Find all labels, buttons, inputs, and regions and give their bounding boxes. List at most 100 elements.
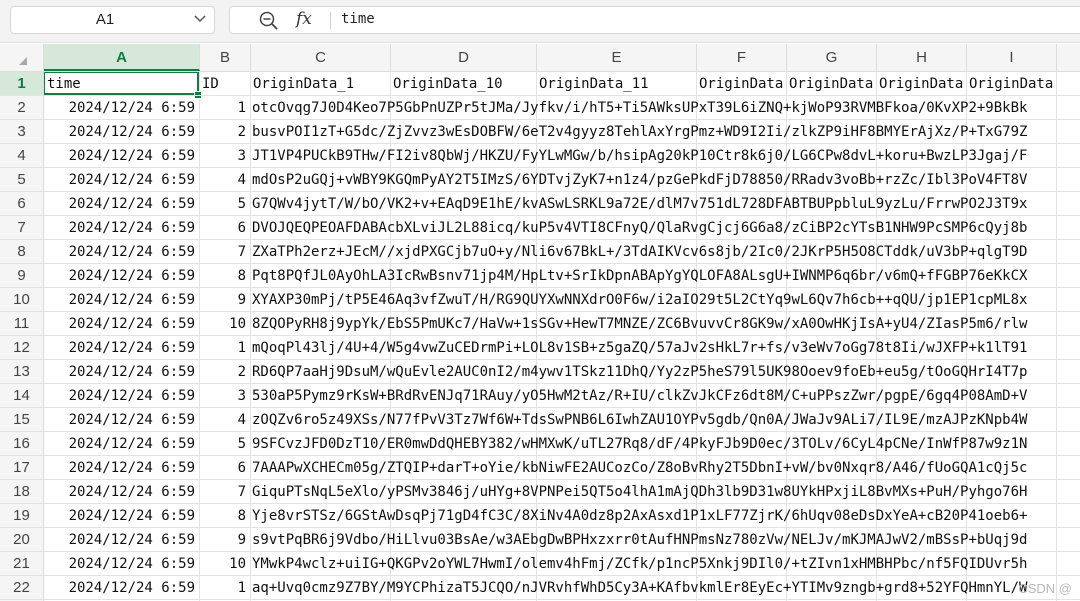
cell-time[interactable]: 2024/12/24 6:59 (44, 192, 199, 216)
column-header-d[interactable]: D (391, 44, 537, 71)
name-box[interactable]: A1 (10, 6, 215, 34)
cell-origin-data[interactable]: YMwkP4wclz+uiIG+QKGPv2oYWL7HwmI/olemv4hF… (250, 552, 1080, 576)
column-header-f[interactable]: F (697, 44, 787, 71)
cell-time[interactable]: 2024/12/24 6:59 (44, 336, 199, 360)
cell-id[interactable]: 1 (199, 96, 249, 120)
row-header[interactable]: 21 (0, 552, 43, 576)
cell-origin-data[interactable]: XYAXP30mPj/tP5E46Aq3vfZwuT/H/RG9QUYXwNNX… (250, 288, 1080, 312)
row-header[interactable]: 7 (0, 216, 43, 240)
row-header[interactable]: 1 (0, 72, 43, 96)
cell-id[interactable]: 2 (199, 360, 249, 384)
cell-time[interactable]: 2024/12/24 6:59 (44, 264, 199, 288)
cell-id[interactable]: 10 (199, 312, 249, 336)
cell-origin-data[interactable]: s9vtPqBR6j9Vdbo/HiLlvu03BsAe/w3AEbgDwBPH… (250, 528, 1080, 552)
cell-id[interactable]: 7 (199, 240, 249, 264)
column-header-c[interactable]: C (251, 44, 391, 71)
cell-origin-data[interactable]: 9SFCvzJFD0DzT10/ER0mwDdQHEBY382/wHMXwK/u… (250, 432, 1080, 456)
cell-time[interactable]: 2024/12/24 6:59 (44, 168, 199, 192)
row-header[interactable]: 13 (0, 360, 43, 384)
cell-id[interactable]: 8 (199, 264, 249, 288)
row-header[interactable]: 16 (0, 432, 43, 456)
chevron-down-icon[interactable] (194, 12, 206, 30)
cell-origin-data[interactable]: mQoqPl43lj/4U+4/W5g4vwZuCEDrmPi+LOL8v1SB… (250, 336, 1080, 360)
cell-origin-data[interactable]: Pqt8PQfJL0AyOhLA3IcRwBsnv71jp4M/HpLtv+Sr… (250, 264, 1080, 288)
row-header[interactable]: 20 (0, 528, 43, 552)
cell-id[interactable]: 7 (199, 480, 249, 504)
row-header[interactable]: 9 (0, 264, 43, 288)
cell-id[interactable]: 6 (199, 456, 249, 480)
function-icon[interactable]: fx (296, 9, 312, 29)
cell-id[interactable]: 5 (199, 432, 249, 456)
cell-id[interactable]: 9 (199, 528, 249, 552)
cell-time[interactable]: 2024/12/24 6:59 (44, 312, 199, 336)
row-header[interactable]: 12 (0, 336, 43, 360)
cell-origin-data[interactable]: 7AAAPwXCHECm05g/ZTQIP+darT+oYie/kbNiwFE2… (250, 456, 1080, 480)
cell-h1[interactable]: OriginData (876, 72, 966, 96)
row-header[interactable]: 11 (0, 312, 43, 336)
cell-origin-data[interactable]: aq+Uvq0cmz9Z7BY/M9YCPhizaT5JCQO/nJVRvhfW… (250, 576, 1080, 600)
cell-time[interactable]: 2024/12/24 6:59 (44, 240, 199, 264)
cell-origin-data[interactable]: busvPOI1zT+G5dc/ZjZvvz3wEsDOBFW/6eT2v4gy… (250, 120, 1080, 144)
cell-time[interactable]: 2024/12/24 6:59 (44, 552, 199, 576)
column-header-a[interactable]: A (44, 44, 200, 71)
cell-id[interactable]: 9 (199, 288, 249, 312)
cell-id[interactable]: 4 (199, 408, 249, 432)
cell-origin-data[interactable]: G7QWv4jytT/W/bO/VK2+v+EAqD9E1hE/kvASwLSR… (250, 192, 1080, 216)
column-header-g[interactable]: G (787, 44, 877, 71)
row-header[interactable]: 4 (0, 144, 43, 168)
row-header[interactable]: 8 (0, 240, 43, 264)
column-header-partial[interactable] (1057, 44, 1080, 71)
row-header[interactable]: 15 (0, 408, 43, 432)
column-header-e[interactable]: E (537, 44, 697, 71)
column-header-b[interactable]: B (200, 44, 251, 71)
cell-id[interactable]: 8 (199, 504, 249, 528)
cell-i1[interactable]: OriginData (966, 72, 1056, 96)
cell-time[interactable]: 2024/12/24 6:59 (44, 576, 199, 600)
row-header[interactable]: 18 (0, 480, 43, 504)
cell-time[interactable]: 2024/12/24 6:59 (44, 216, 199, 240)
formula-input-area[interactable]: fx time (229, 6, 1080, 34)
cell-b1[interactable]: ID (199, 72, 250, 96)
row-header[interactable]: 19 (0, 504, 43, 528)
row-header[interactable]: 10 (0, 288, 43, 312)
select-all-corner[interactable] (0, 44, 44, 71)
formula-value[interactable]: time (341, 11, 375, 27)
cell-origin-data[interactable]: DVOJQEQPEOAFDABAcbXLviJL2L88icq/kuP5v4VT… (250, 216, 1080, 240)
row-header[interactable]: 5 (0, 168, 43, 192)
cell-origin-data[interactable]: mdOsP2uGQj+vWBY9KGQmPyAY2T5IMzS/6YDTvjZy… (250, 168, 1080, 192)
row-header[interactable]: 22 (0, 576, 43, 600)
cell-origin-data[interactable]: 530aP5Pymz9rKsW+BRdRvENJq71RAuy/yO5HwM2t… (250, 384, 1080, 408)
cell-origin-data[interactable]: Yje8vrSTSz/6GStAwDsqPj71gD4fC3C/8XiNv4A0… (250, 504, 1080, 528)
cell-time[interactable]: 2024/12/24 6:59 (44, 120, 199, 144)
row-header[interactable]: 17 (0, 456, 43, 480)
cell-e1[interactable]: OriginData_11 (536, 72, 696, 96)
cell-id[interactable]: 4 (199, 168, 249, 192)
cell-d1[interactable]: OriginData_10 (390, 72, 536, 96)
cell-f1[interactable]: OriginData (696, 72, 786, 96)
cell-id[interactable]: 5 (199, 192, 249, 216)
cell-id[interactable]: 2 (199, 120, 249, 144)
column-header-i[interactable]: I (967, 44, 1057, 71)
cell-origin-data[interactable]: GiquPTsNqL5eXlo/yPSMv3846j/uHYg+8VPNPei5… (250, 480, 1080, 504)
cell-id[interactable]: 3 (199, 384, 249, 408)
cell-id[interactable]: 1 (199, 576, 249, 600)
cell-time[interactable]: 2024/12/24 6:59 (44, 384, 199, 408)
cell-origin-data[interactable]: 8ZQOPyRH8j9ypYk/EbS5PmUKc7/HaVw+1sSGv+He… (250, 312, 1080, 336)
cell-origin-data[interactable]: JT1VP4PUCkB9THw/FI2iv8QbWj/HKZU/FyYLwMGw… (250, 144, 1080, 168)
column-header-h[interactable]: H (877, 44, 967, 71)
row-header[interactable]: 2 (0, 96, 43, 120)
cell-id[interactable]: 6 (199, 216, 249, 240)
cell-time[interactable]: 2024/12/24 6:59 (44, 144, 199, 168)
row-header[interactable]: 14 (0, 384, 43, 408)
cell-time[interactable]: 2024/12/24 6:59 (44, 288, 199, 312)
cell-time[interactable]: 2024/12/24 6:59 (44, 528, 199, 552)
cell-origin-data[interactable]: ZXaTPh2erz+JEcM//xjdPXGCjb7uO+y/Nli6v67B… (250, 240, 1080, 264)
cell-id[interactable]: 3 (199, 144, 249, 168)
cell-c1[interactable]: OriginData_1 (250, 72, 390, 96)
row-header[interactable]: 6 (0, 192, 43, 216)
row-header[interactable]: 3 (0, 120, 43, 144)
cell-time[interactable]: 2024/12/24 6:59 (44, 408, 199, 432)
cell-grid[interactable]: time ID OriginData_1 OriginData_10 Origi… (44, 72, 1080, 601)
cell-id[interactable]: 1 (199, 336, 249, 360)
cell-time[interactable]: 2024/12/24 6:59 (44, 432, 199, 456)
